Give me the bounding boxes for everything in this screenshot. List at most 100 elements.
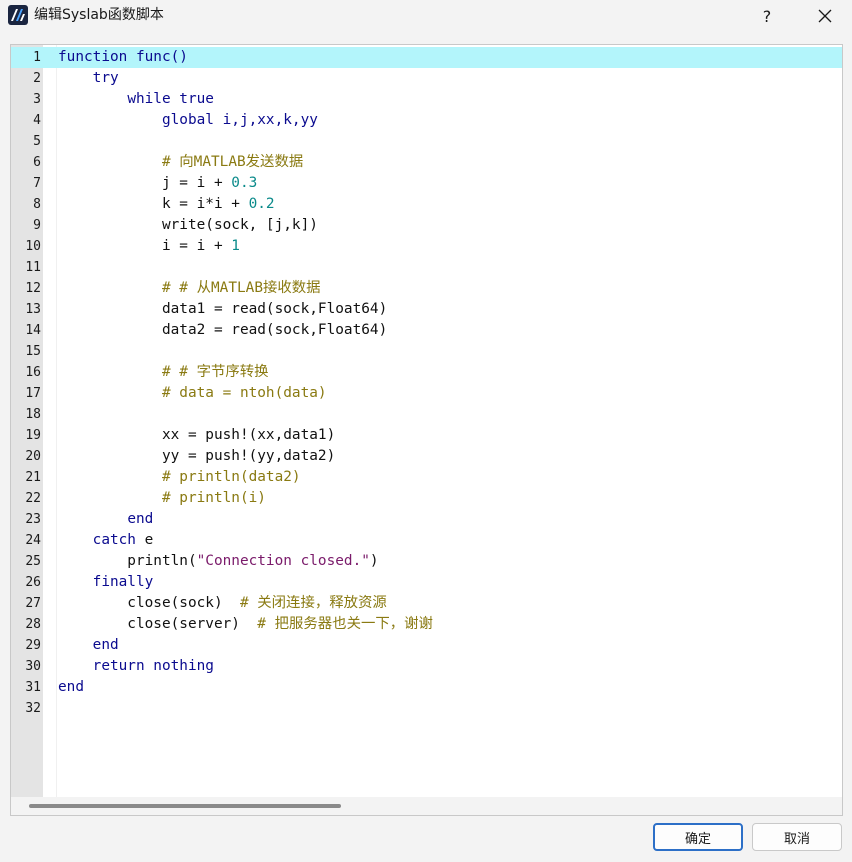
code-token: # println(data2) [161,469,301,485]
code-text: data2 = read(sock,Float64) [58,320,387,341]
code-line[interactable]: 19 xx = push!(xx,data1) [11,425,842,446]
code-token: e [135,532,154,548]
code-line[interactable]: 16 # # 字节序转换 [11,362,842,383]
code-line[interactable]: 5 [11,131,842,152]
code-token: data2 = read(sock,Float64) [58,322,388,338]
code-token: ) [369,553,379,569]
line-number: 13 [25,302,41,317]
code-line[interactable]: 12 # # 从MATLAB接收数据 [11,278,842,299]
code-line[interactable]: 25 println("Connection closed.") [11,551,842,572]
code-token: 0.2 [248,196,275,212]
code-line[interactable]: 14 data2 = read(sock,Float64) [11,320,842,341]
line-number: 24 [25,533,41,548]
code-token: # # 从MATLAB接收数据 [161,280,321,296]
line-number: 11 [25,260,41,275]
line-number: 22 [25,491,41,506]
line-number: 12 [25,281,41,296]
code-line[interactable]: 31 end [11,677,842,698]
code-text: # # 从MATLAB接收数据 [58,278,321,299]
code-text: data1 = read(sock,Float64) [58,299,387,320]
line-number: 28 [25,617,41,632]
code-text: close(sock) # 关闭连接，释放资源 [58,593,387,614]
code-line[interactable]: 32 [11,698,842,719]
code-text: j = i + 0.3 [58,173,257,194]
code-text: try [58,68,119,89]
code-line[interactable]: 7 j = i + 0.3 [11,173,842,194]
code-line[interactable]: 20 yy = push!(yy,data2) [11,446,842,467]
code-token: 0.3 [231,175,258,191]
code-token: yy = push!(yy,data2) [58,448,336,464]
code-line[interactable]: 13 data1 = read(sock,Float64) [11,299,842,320]
code-line[interactable]: 1 function func() [11,47,842,68]
close-icon [818,9,832,23]
code-token: return nothing [92,658,214,674]
code-line[interactable]: 28 close(server) # 把服务器也关一下，谢谢 [11,614,842,635]
code-token: while true [127,91,214,107]
code-token: catch [92,532,136,548]
window-title: 编辑Syslab函数脚本 [34,7,164,23]
code-line[interactable]: 26 finally [11,572,842,593]
code-line[interactable]: 18 [11,404,842,425]
code-text: finally [58,572,154,593]
line-number: 2 [33,71,41,86]
code-text: xx = push!(xx,data1) [58,425,335,446]
code-line[interactable]: 21 # println(data2) [11,467,842,488]
code-line[interactable]: 15 [11,341,842,362]
code-line[interactable]: 4 global i,j,xx,k,yy [11,110,842,131]
code-text: end [58,635,119,656]
code-line[interactable]: 17 # data = ntoh(data) [11,383,842,404]
code-line[interactable]: 3 while true [11,89,842,110]
code-token: data1 = read(sock,Float64) [58,301,388,317]
code-text: end [58,509,153,530]
code-token: close(server) [58,616,258,632]
line-number: 3 [33,92,41,107]
title-bar: 编辑Syslab函数脚本 ? [0,0,852,32]
code-token: i = i + [58,238,232,254]
horizontal-scroll-thumb[interactable] [29,804,341,808]
code-token: k = i*i + [58,196,249,212]
line-number: 1 [33,50,41,65]
line-number: 10 [25,239,41,254]
code-line[interactable]: 23 end [11,509,842,530]
help-button[interactable]: ? [744,0,790,32]
code-line[interactable]: 2 try [11,68,842,89]
code-editor[interactable]: 1 function func() 2 try 3 while true 4 globa… [10,44,843,816]
code-line[interactable]: 29 end [11,635,842,656]
code-line[interactable]: 11 [11,257,842,278]
line-number: 15 [25,344,41,359]
code-line[interactable]: 6 # 向MATLAB发送数据 [11,152,842,173]
code-text: # println(i) [58,488,266,509]
code-line[interactable]: 9 write(sock, [j,k]) [11,215,842,236]
code-text: k = i*i + 0.2 [58,194,275,215]
code-text: write(sock, [j,k]) [58,215,318,236]
cancel-button[interactable]: 取消 [752,823,842,851]
horizontal-scrollbar[interactable] [11,797,842,815]
code-token: close(sock) [58,595,240,611]
code-line[interactable]: 30 return nothing [11,656,842,677]
code-token: # 向MATLAB发送数据 [161,154,304,170]
close-button[interactable] [802,0,848,32]
code-text: # data = ntoh(data) [58,383,327,404]
line-number: 27 [25,596,41,611]
code-text: i = i + 1 [58,236,240,257]
code-line[interactable]: 22 # println(i) [11,488,842,509]
line-number: 21 [25,470,41,485]
code-line[interactable]: 24 catch e [11,530,842,551]
code-token: write(sock, [j,k]) [58,217,318,233]
code-text: global i,j,xx,k,yy [58,110,318,131]
code-token: end [92,637,119,653]
code-line[interactable]: 27 close(sock) # 关闭连接，释放资源 [11,593,842,614]
code-text: return nothing [58,656,214,677]
line-number: 8 [33,197,41,212]
code-token: xx = push!(xx,data1) [58,427,336,443]
code-line[interactable]: 8 k = i*i + 0.2 [11,194,842,215]
code-text: yy = push!(yy,data2) [58,446,335,467]
ok-button[interactable]: 确定 [653,823,743,851]
code-line[interactable]: 10 i = i + 1 [11,236,842,257]
